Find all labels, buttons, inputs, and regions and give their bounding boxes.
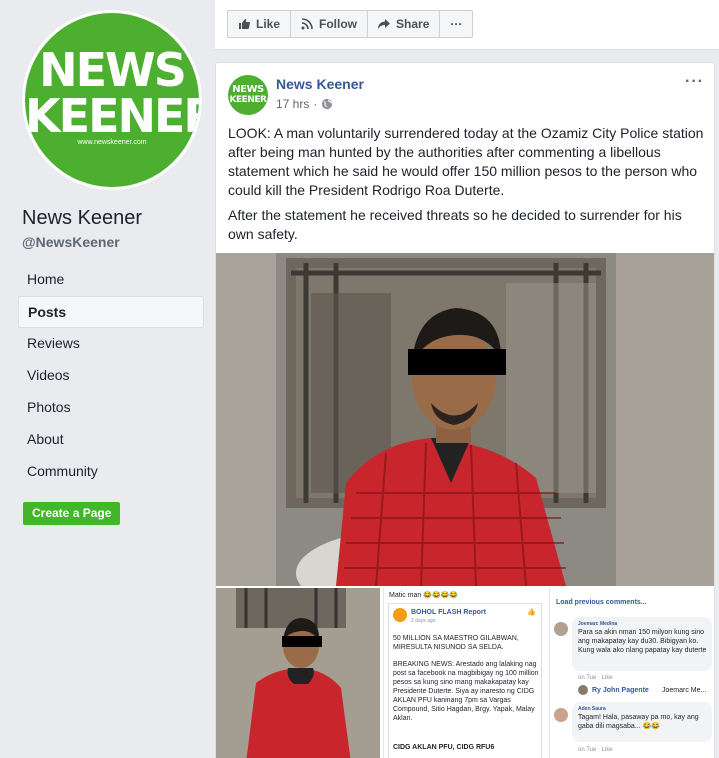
shot-like-icon: 👍 bbox=[527, 609, 536, 616]
share-label: Share bbox=[396, 17, 430, 31]
page-nav: Home Posts Reviews Videos Photos About C… bbox=[18, 264, 204, 488]
photo-man-cell-small bbox=[216, 588, 380, 758]
commenter-avatar-1 bbox=[554, 622, 568, 636]
post-timestamp[interactable]: 17 hrs bbox=[276, 97, 309, 111]
photo-man-in-cell bbox=[216, 253, 714, 586]
shot-time: 2 days ago bbox=[411, 618, 436, 624]
nav-photos[interactable]: Photos bbox=[18, 392, 204, 424]
thumbnail-comments-screenshot[interactable]: Load previous comments... Joemarc Medina… bbox=[549, 588, 714, 758]
more-dots-icon: ··· bbox=[450, 17, 463, 31]
thumbs-up-icon bbox=[239, 19, 250, 29]
post-paragraph-2: After the statement he received threats … bbox=[228, 207, 682, 242]
share-button[interactable]: Share bbox=[368, 11, 441, 37]
nav-posts[interactable]: Posts bbox=[18, 296, 204, 328]
post-body: LOOK: A man voluntarily surrendered toda… bbox=[228, 124, 706, 250]
commenter-avatar-2 bbox=[554, 708, 568, 722]
thumbnail-photo-1[interactable] bbox=[216, 588, 380, 758]
shot-post-frame: BOHOL FLASH Report 2 days ago 👍 50 MILLI… bbox=[388, 603, 542, 758]
post-meta: 17 hrs · bbox=[276, 97, 333, 111]
avatar-text-news: NEWS bbox=[232, 84, 264, 95]
thumbnail-news-screenshot[interactable]: Matic man 😂😂😂😂 BOHOL FLASH Report 2 days… bbox=[383, 588, 546, 758]
more-options-button[interactable]: ··· bbox=[440, 11, 472, 37]
action-button-group: Like Follow Share ··· bbox=[227, 10, 474, 38]
comment-bubble-2: Aden Saura Tagam! Hala, pasaway pa mo, k… bbox=[572, 702, 712, 742]
logo-text-keener: KEENER bbox=[25, 89, 199, 143]
author-avatar[interactable]: NEWS KEENER bbox=[228, 75, 268, 115]
comment-bubble-1: Joemarc Medina Para sa akin nman 150 mil… bbox=[572, 617, 712, 671]
nav-community[interactable]: Community bbox=[18, 456, 204, 488]
like-label: Like bbox=[256, 17, 281, 31]
c2-text: Tagam! Hala, pasaway pa mo, kay ang gaba… bbox=[578, 714, 699, 730]
page-name[interactable]: News Keener bbox=[22, 207, 142, 230]
post-paragraph-1: LOOK: A man voluntarily surrendered toda… bbox=[228, 125, 704, 198]
shot-page-name: BOHOL FLASH Report bbox=[411, 609, 486, 616]
shot-footer: CIDG AKLAN PFU, CIDG RFU6 bbox=[393, 744, 495, 751]
bohol-flash-avatar bbox=[393, 608, 407, 622]
reply-text: Joemarc Me... bbox=[662, 687, 707, 694]
news-keener-logo: NEWS KEENER www.newskeener.com bbox=[25, 13, 199, 187]
page-handle[interactable]: @NewsKeener bbox=[22, 234, 120, 250]
profile-picture[interactable]: NEWS KEENER www.newskeener.com bbox=[22, 10, 202, 190]
nav-home[interactable]: Home bbox=[18, 264, 204, 296]
shot-caption: Matic man 😂😂😂😂 bbox=[389, 592, 459, 599]
nav-about[interactable]: About bbox=[18, 424, 204, 456]
post-card: NEWS KEENER News Keener 17 hrs · ··· LOO… bbox=[215, 62, 715, 758]
post-thumbnails: Matic man 😂😂😂😂 BOHOL FLASH Report 2 days… bbox=[216, 588, 714, 758]
shot-load-comments: Load previous comments... bbox=[556, 599, 647, 606]
follow-button[interactable]: Follow bbox=[291, 11, 369, 37]
shot-body: BREAKING NEWS: Arestado ang lalaking nag… bbox=[393, 661, 539, 722]
create-page-button[interactable]: Create a Page bbox=[23, 502, 121, 525]
nav-videos[interactable]: Videos bbox=[18, 360, 204, 392]
post-options-button[interactable]: ··· bbox=[685, 73, 704, 91]
follow-label: Follow bbox=[319, 17, 358, 31]
c2-meta: on Tue · Like bbox=[578, 747, 613, 753]
page-action-bar: Like Follow Share ··· bbox=[215, 0, 719, 50]
post-main-photo[interactable] bbox=[216, 253, 714, 586]
post-author[interactable]: News Keener bbox=[276, 76, 364, 92]
rss-follow-icon bbox=[301, 18, 313, 30]
like-button[interactable]: Like bbox=[228, 11, 292, 37]
left-sidebar: NEWS KEENER www.newskeener.com News Keen… bbox=[0, 0, 214, 758]
meta-separator: · bbox=[313, 97, 318, 111]
share-arrow-icon bbox=[378, 19, 391, 29]
shot-headline: 50 MILLION SA MAESTRO GILABWAN, MIRESULT… bbox=[393, 635, 519, 651]
reply-avatar bbox=[578, 685, 588, 695]
c1-meta: on Tue · Like bbox=[578, 675, 613, 681]
globe-icon bbox=[322, 98, 333, 110]
logo-url: www.newskeener.com bbox=[77, 139, 147, 146]
nav-reviews[interactable]: Reviews bbox=[18, 328, 204, 360]
c1-text: Para sa akin nman 150 milyon kung sino a… bbox=[578, 629, 707, 654]
avatar-text-keener: KEENER bbox=[229, 95, 267, 105]
reply-name: Ry John Pagente bbox=[592, 687, 649, 694]
